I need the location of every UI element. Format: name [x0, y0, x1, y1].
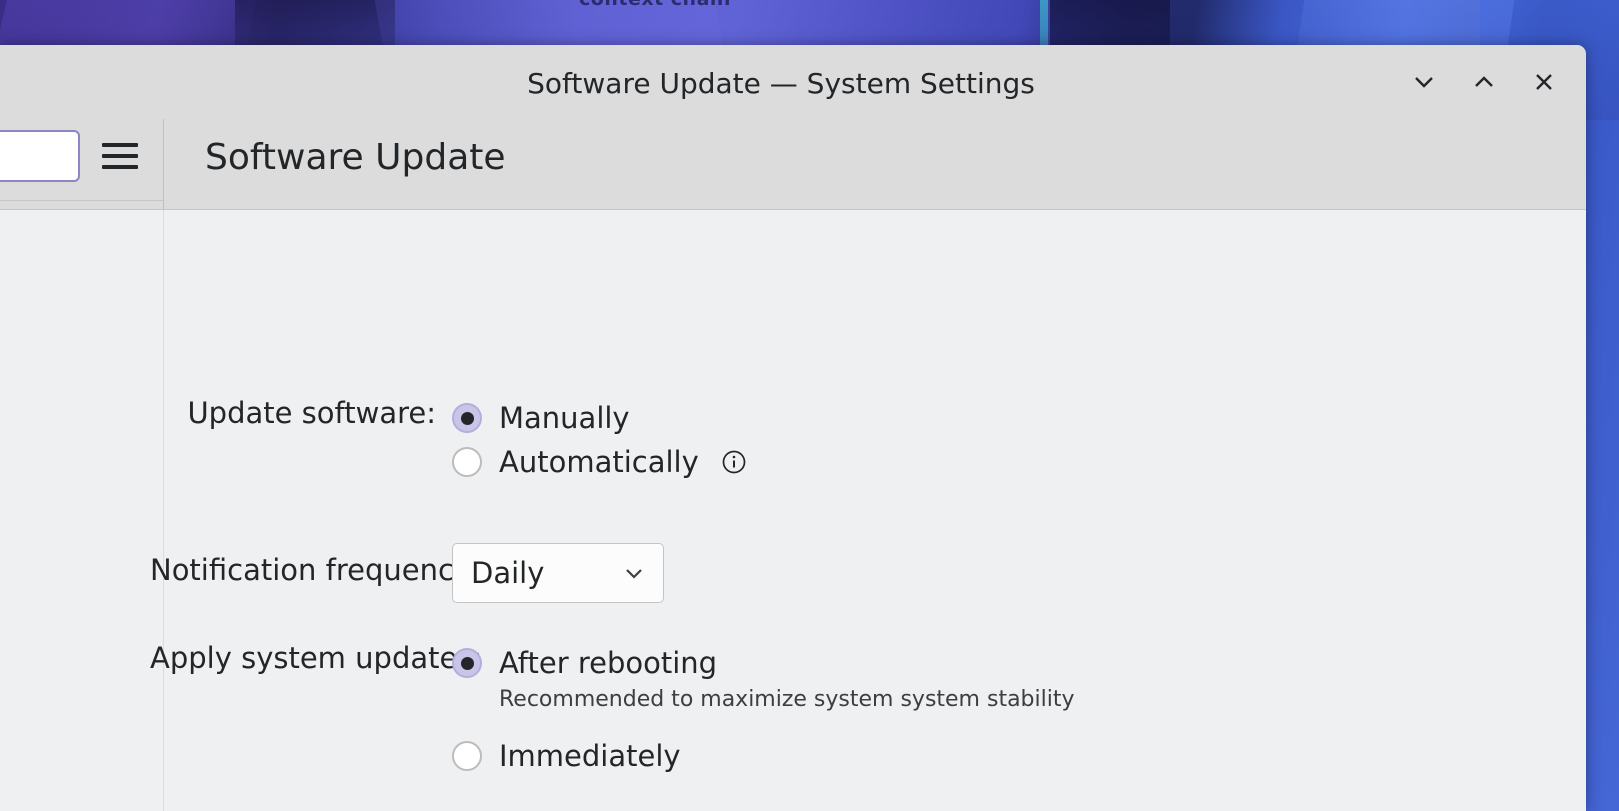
hamburger-menu-icon[interactable]	[96, 138, 144, 174]
notification-frequency-select[interactable]: Daily	[452, 543, 664, 603]
update-software-radio-group: Manually Automatically	[452, 396, 747, 484]
radio-option-after-rebooting[interactable]: After rebooting	[452, 641, 1075, 685]
update-software-row: Update software: Manually Automatically	[150, 396, 747, 484]
radio-label-immediately: Immediately	[499, 739, 681, 773]
minimize-button[interactable]	[1396, 57, 1452, 107]
radio-option-manually[interactable]: Manually	[452, 396, 747, 440]
apply-system-updates-row: Apply system updates: After rebooting Re…	[150, 641, 1075, 778]
window-title: Software Update — System Settings	[527, 67, 1035, 100]
radio-indicator-selected[interactable]	[452, 648, 482, 678]
apply-system-updates-hint: Recommended to maximize system system st…	[499, 687, 1075, 712]
close-button[interactable]	[1516, 57, 1572, 107]
apply-system-updates-label: Apply system updates:	[150, 641, 483, 675]
radio-label-after-rebooting: After rebooting	[499, 646, 718, 680]
maximize-button[interactable]	[1456, 57, 1512, 107]
window-titlebar[interactable]: Software Update — System Settings	[0, 45, 1586, 119]
radio-indicator-unselected[interactable]	[452, 741, 482, 771]
radio-indicator-unselected[interactable]	[452, 447, 482, 477]
wallpaper-text: context chain	[555, 0, 755, 10]
radio-option-immediately[interactable]: Immediately	[452, 734, 1075, 778]
sidebar-toolbar	[0, 110, 163, 201]
search-input[interactable]	[0, 130, 80, 182]
notification-frequency-label: Notification frequency:	[150, 553, 479, 587]
settings-content: Update software: Manually Automatically	[0, 210, 1586, 811]
update-software-label: Update software:	[187, 396, 436, 430]
radio-indicator-selected[interactable]	[452, 403, 482, 433]
window-controls	[1396, 57, 1572, 107]
apply-system-updates-radio-group: After rebooting Recommended to maximize …	[452, 641, 1075, 778]
info-icon[interactable]	[721, 449, 747, 475]
radio-label-manually: Manually	[499, 401, 630, 435]
radio-option-automatically[interactable]: Automatically	[452, 440, 747, 484]
chevron-down-icon	[621, 560, 647, 586]
page-header: Software Update	[0, 119, 1586, 210]
software-update-window: Software Update — System Settings Softwa…	[0, 45, 1586, 811]
notification-frequency-value: Daily	[471, 556, 545, 590]
radio-label-automatically: Automatically	[499, 445, 699, 479]
notification-frequency-row: Notification frequency: Daily	[150, 543, 664, 603]
header-divider	[163, 119, 164, 209]
page-title: Software Update	[205, 137, 506, 178]
